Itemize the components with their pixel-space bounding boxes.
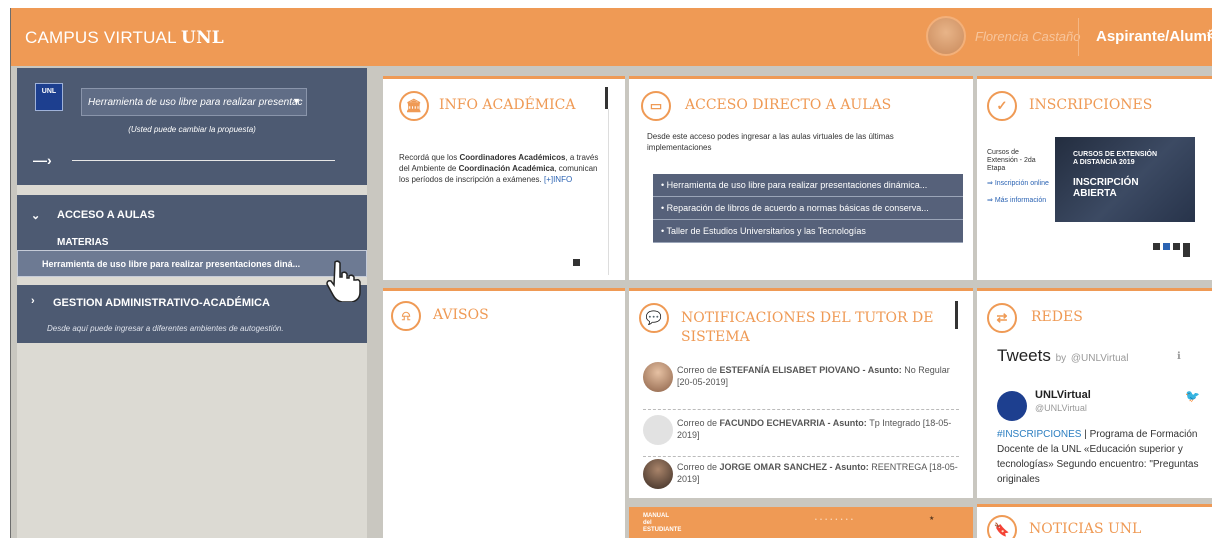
course-item[interactable]: • Taller de Estudios Universitarios y la… [653, 220, 963, 243]
pager-dot[interactable] [573, 259, 580, 266]
gear-icon[interactable]: ⚙ [1206, 26, 1212, 43]
materias-label: MATERIAS [57, 237, 109, 248]
avatar [643, 415, 673, 445]
card-title: NOTIFICACIONES DEL TUTOR DE SISTEMA [681, 310, 934, 345]
course-label: Cursos de Extensión - 2da Etapa [987, 149, 1036, 172]
scrollbar-thumb[interactable] [605, 87, 608, 109]
tweet-text: #INSCRIPCIONES | Programa de Formación D… [997, 429, 1199, 485]
card-inscripciones: ✓ INSCRIPCIONES Cursos de Extensión - 2d… [977, 76, 1212, 280]
sidebar: UNL Herramienta de uso libre para realiz… [17, 68, 367, 538]
unl-logo: UNL [35, 83, 63, 111]
brand-prefix: CAMPUS VIRTUAL [25, 28, 182, 47]
info-link[interactable]: [+]INFO [544, 175, 572, 184]
divider-line [72, 160, 335, 161]
card-avisos: ⍾ AVISOS [383, 288, 625, 538]
caret-down-icon: ▼ [292, 96, 301, 106]
section-acceso-aulas[interactable]: ⌄ ACCESO A AULAS MATERIAS Herramienta de… [17, 195, 367, 277]
info-text: Recordá que los Coordinadores Académicos… [399, 153, 599, 184]
notification-text: Correo de JORGE OMAR SANCHEZ - Asunto: R… [677, 462, 958, 484]
card-title: REDES [1031, 309, 1083, 325]
bank-icon: 🏛 [399, 91, 429, 121]
hashtag-link[interactable]: #INSCRIPCIONES [997, 429, 1081, 440]
brand-logo[interactable]: CAMPUS VIRTUAL UNL [25, 28, 224, 48]
section-gestion[interactable]: › GESTION ADMINISTRATIVO-ACADÉMICA Desde… [17, 285, 367, 343]
notification-text: Correo de FACUNDO ECHEVARRIA - Asunto: T… [677, 418, 952, 440]
card-title: AVISOS [433, 307, 489, 323]
notification-item[interactable]: Correo de JORGE OMAR SANCHEZ - Asunto: R… [643, 459, 959, 498]
course-list: • Herramienta de uso libre para realizar… [653, 174, 963, 243]
carousel-pager[interactable] [1153, 237, 1193, 257]
star-icon: ★ [929, 516, 935, 522]
check-icon: ✓ [987, 91, 1017, 121]
hand-cursor-icon [326, 260, 361, 302]
retweet-icon: ⇄ [987, 303, 1017, 333]
bookmark-icon: 🔖 [987, 515, 1017, 538]
user-name[interactable]: Florencia Castaño [975, 29, 1081, 44]
account-handle[interactable]: @UNLVirtual [1035, 403, 1087, 413]
section-gestion-title: GESTION ADMINISTRATIVO-ACADÉMICA [53, 297, 270, 309]
acceso-intro: Desde este acceso podes ingresar a las a… [647, 132, 894, 152]
course-item[interactable]: • Reparación de libros de acuerdo a norm… [653, 197, 963, 220]
separator [643, 456, 959, 457]
arrow-right-icon: —› [33, 152, 52, 168]
proposal-select-value: Herramienta de uso libre para realizar p… [88, 97, 303, 108]
inscripcion-banner[interactable]: CURSOS DE EXTENSIÓN A DISTANCIA 2019 INS… [1055, 137, 1195, 222]
scrollbar-track [608, 109, 609, 275]
proposal-panel: UNL Herramienta de uso libre para realiz… [17, 68, 367, 185]
section-acceso-title: ACCESO A AULAS [57, 209, 155, 221]
notification-item[interactable]: Correo de FACUNDO ECHEVARRIA - Asunto: T… [643, 415, 959, 459]
active-course-item[interactable]: Herramienta de uso libre para realizar p… [17, 250, 367, 277]
avatar [643, 459, 673, 489]
chevron-right-icon: › [31, 295, 35, 307]
course-item[interactable]: • Herramienta de uso libre para realizar… [653, 174, 963, 197]
separator [643, 409, 959, 410]
info-icon[interactable]: ℹ [1177, 351, 1181, 362]
card-title: NOTICIAS UNL [1029, 521, 1142, 537]
chat-icon: 💬 [639, 303, 669, 333]
role-label[interactable]: Aspirante/Alumno [1096, 28, 1212, 45]
gestion-note: Desde aquí puede ingresar a diferentes a… [47, 324, 284, 333]
manual-nav: • • • • • • • • [815, 517, 854, 523]
card-redes: ⇄ REDES Tweets by @UNLVirtual ℹ UNLVirtu… [977, 288, 1212, 498]
user-avatar[interactable] [926, 16, 966, 56]
card-noticias: 🔖 NOTICIAS UNL [977, 504, 1212, 538]
card-notificaciones: 💬 NOTIFICACIONES DEL TUTOR DE SISTEMA Co… [629, 288, 973, 498]
tweets-header: Tweets by @UNLVirtual [997, 346, 1129, 365]
card-title: INSCRIPCIONES [1029, 97, 1153, 113]
twitter-bird-icon: 🐦 [1185, 389, 1200, 403]
notification-text: Correo de ESTEFANÍA ELISABET PIOVANO - A… [677, 365, 950, 387]
proposal-select[interactable]: Herramienta de uso libre para realizar p… [81, 88, 307, 116]
card-acceso-directo: ▭ ACCESO DIRECTO A AULAS Desde este acce… [629, 76, 973, 280]
notification-item[interactable]: Correo de ESTEFANÍA ELISABET PIOVANO - A… [643, 362, 959, 406]
card-title: INFO ACADÉMICA [439, 97, 576, 113]
card-info-academica: 🏛 INFO ACADÉMICA Recordá que los Coordin… [383, 76, 625, 280]
chevron-down-icon: ⌄ [31, 210, 41, 222]
avatar [643, 362, 673, 392]
account-avatar[interactable] [997, 391, 1027, 421]
card-manual[interactable]: MANUAL del ESTUDIANTE • • • • • • • • ★ [629, 504, 973, 538]
proposal-note: (Usted puede cambiar la propuesta) [128, 125, 256, 134]
account-name[interactable]: UNLVirtual [1035, 389, 1091, 401]
scrollbar-thumb[interactable] [955, 301, 958, 329]
brand-bold: UNL [181, 28, 224, 48]
bell-icon: ⍾ [391, 301, 421, 331]
card-title: ACCESO DIRECTO A AULAS [685, 97, 892, 113]
header-divider [1078, 18, 1079, 56]
browser-frame: CAMPUS VIRTUAL UNL Florencia Castaño Asp… [10, 8, 1212, 538]
top-bar: CAMPUS VIRTUAL UNL Florencia Castaño Asp… [11, 8, 1212, 66]
manual-title: MANUAL del ESTUDIANTE [643, 513, 682, 533]
monitor-icon: ▭ [641, 91, 671, 121]
mas-info-link[interactable]: ⇒ Más información [987, 197, 1049, 205]
inscripcion-link[interactable]: ⇒ Inscripción online [987, 180, 1049, 188]
